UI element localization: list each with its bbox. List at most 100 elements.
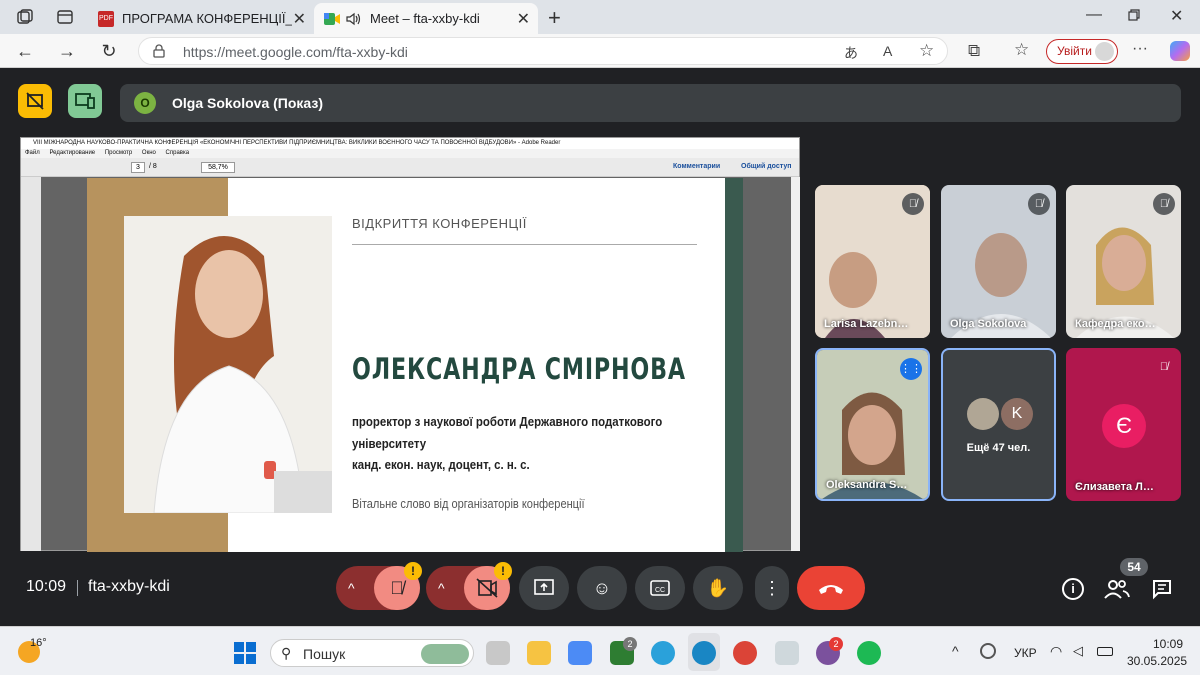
reader-menu-view: Просмотр xyxy=(104,150,133,156)
stop-presenting-button[interactable] xyxy=(18,84,52,118)
workspaces-icon[interactable] xyxy=(16,8,34,26)
reader-zoom: 58,7% xyxy=(201,162,235,173)
read-aloud-icon[interactable]: A xyxy=(883,43,892,59)
taskbar-date[interactable]: 30.05.2025 xyxy=(1127,654,1187,668)
slide-divider xyxy=(352,244,697,245)
slide-speaker-degree: канд. екон. наук, доцент, с. н. с. xyxy=(352,457,530,472)
more-options-button[interactable]: ⋮ xyxy=(755,566,789,610)
tab-pdf-title: ПРОГРАМА КОНФЕРЕНЦІЇ_Плена xyxy=(122,11,292,26)
camera-warning-badge: ! xyxy=(494,562,512,580)
participant-tile[interactable]: Є 🎙̸ Єлизавета Л… xyxy=(1066,348,1181,501)
forward-button[interactable]: → xyxy=(56,40,78,62)
people-icon[interactable] xyxy=(1104,578,1130,600)
search-highlight-image xyxy=(421,644,469,664)
url-text: https://meet.google.com/fta-xxby-kdi xyxy=(183,44,408,60)
reload-button[interactable]: ↻ xyxy=(98,40,120,62)
shared-screen: VIII МІЖНАРОДНА НАУКОВО-ПРАКТИЧНА КОНФЕР… xyxy=(20,137,800,552)
mic-off-icon: 🎙̸ xyxy=(1153,193,1175,215)
chrome-icon[interactable] xyxy=(733,641,757,665)
back-button[interactable]: ← xyxy=(14,40,36,62)
extensions-icon[interactable]: ⧉ xyxy=(968,41,980,61)
svg-text:CC: CC xyxy=(655,587,665,594)
tray-chevron-icon[interactable]: ^ xyxy=(952,643,959,659)
participant-tile[interactable]: 🎙̸ Larisa Lazebn… xyxy=(815,185,930,338)
search-placeholder: Пошук xyxy=(303,646,346,662)
participant-avatar: K xyxy=(1001,398,1033,430)
tab-pdf[interactable]: PDF ПРОГРАМА КОНФЕРЕНЦІЇ_Плена ✕ xyxy=(88,3,314,34)
vpn-icon[interactable] xyxy=(980,643,996,659)
meet-icon xyxy=(324,12,340,26)
presenter-label: Olga Sokolova (Показ) xyxy=(172,95,323,111)
task-view-icon[interactable] xyxy=(486,641,510,665)
taskbar-time[interactable]: 10:09 xyxy=(1153,637,1183,651)
speaking-indicator-icon: ⋮⋮ xyxy=(900,358,922,380)
taskbar-search[interactable]: ⚲ Пошук xyxy=(270,639,474,667)
participant-tile[interactable]: 🎙̸ Olga Sokolova xyxy=(941,185,1056,338)
file-explorer-icon[interactable] xyxy=(527,641,551,665)
meeting-info-icon[interactable]: i xyxy=(1062,578,1084,600)
meeting-time: 10:09 xyxy=(26,578,67,595)
wifi-icon[interactable]: ◠ xyxy=(1050,643,1062,660)
app-icon[interactable] xyxy=(775,641,799,665)
signin-button[interactable]: Увійти xyxy=(1046,39,1118,64)
presenter-bar[interactable]: O Olga Sokolova (Показ) xyxy=(120,84,1181,122)
mic-off-icon: 🎙̸ xyxy=(1028,193,1050,215)
more-menu-icon[interactable]: ··· xyxy=(1132,40,1148,58)
close-window-button[interactable]: ✕ xyxy=(1170,6,1183,26)
reader-window-title: VIII МІЖНАРОДНА НАУКОВО-ПРАКТИЧНА КОНФЕР… xyxy=(21,138,799,149)
favorite-star-icon[interactable]: ☆ xyxy=(919,41,934,61)
volume-icon[interactable]: ◁ xyxy=(1073,643,1083,659)
speaker-photo xyxy=(124,216,332,513)
camera-options-chevron-icon[interactable]: ^ xyxy=(438,580,445,596)
tab-meet-title: Meet – fta-xxby-kdi xyxy=(370,11,480,26)
spotify-icon[interactable] xyxy=(857,641,881,665)
new-tab-button[interactable]: + xyxy=(548,5,561,31)
battery-icon[interactable] xyxy=(1097,647,1113,656)
language-indicator[interactable]: УКР xyxy=(1014,646,1037,660)
reader-comments-label: Комментарии xyxy=(673,163,721,170)
more-participants-label: Ещё 47 чел. xyxy=(966,442,1031,454)
meet-area: O Olga Sokolova (Показ) VIII МІЖНАРОДНА … xyxy=(4,68,1196,626)
slide-green-edge xyxy=(725,178,743,552)
close-tab-icon[interactable]: ✕ xyxy=(293,9,306,29)
restore-button[interactable] xyxy=(1128,8,1140,21)
url-bar[interactable]: https://meet.google.com/fta-xxby-kdi あ A… xyxy=(138,37,948,65)
captions-button[interactable]: CC xyxy=(635,566,685,610)
search-icon: ⚲ xyxy=(281,645,292,661)
slide-heading: ВІДКРИТТЯ КОНФЕРЕНЦІЇ xyxy=(352,216,527,231)
telegram-icon[interactable] xyxy=(651,641,675,665)
pdf-icon: PDF xyxy=(98,10,114,27)
mic-options-chevron-icon[interactable]: ^ xyxy=(348,580,355,596)
site-info-icon[interactable] xyxy=(151,43,167,59)
tab-meet[interactable]: Meet – fta-xxby-kdi ✕ xyxy=(314,3,538,34)
copilot-icon[interactable] xyxy=(1170,41,1190,61)
slide-footer: Вітальне слово від організаторів конфере… xyxy=(352,496,585,511)
more-participants-tile[interactable]: K Ещё 47 чел. xyxy=(941,348,1056,501)
reader-page-box: 3 xyxy=(131,162,145,173)
active-app-indicator xyxy=(688,633,720,671)
slide-speaker-name: ОЛЕКСАНДРА СМІРНОВА xyxy=(352,352,686,386)
present-screen-button[interactable] xyxy=(519,566,569,610)
chat-icon[interactable] xyxy=(1151,578,1173,600)
start-icon[interactable] xyxy=(234,642,256,664)
favorites-icon[interactable]: ☆ xyxy=(1014,40,1029,60)
participant-tile[interactable]: 🎙̸ Кафедра еко… xyxy=(1066,185,1181,338)
minimize-button[interactable]: — xyxy=(1086,6,1102,24)
tab-actions-icon[interactable] xyxy=(56,8,74,26)
raise-hand-button[interactable]: ✋ xyxy=(693,566,743,610)
weather-temp: 16° xyxy=(30,637,47,649)
speaker-icon[interactable] xyxy=(346,12,362,26)
reader-menu-edit: Редактирование xyxy=(49,150,96,156)
close-tab-icon[interactable]: ✕ xyxy=(517,9,530,29)
translate-icon[interactable]: あ xyxy=(844,43,858,63)
participant-tile-speaking[interactable]: ⋮⋮ Oleksandra S… xyxy=(815,348,930,501)
leave-call-button[interactable] xyxy=(797,566,865,610)
divider xyxy=(77,580,78,596)
store-icon[interactable] xyxy=(568,641,592,665)
reader-page-total: / 8 xyxy=(149,163,157,170)
people-count-badge: 54 xyxy=(1120,558,1148,576)
slide-speaker-position-cont: університету xyxy=(352,436,427,451)
present-layout-button[interactable] xyxy=(68,84,102,118)
address-bar-row: ← → ↻ https://meet.google.com/fta-xxby-k… xyxy=(0,34,1200,68)
reactions-button[interactable]: ☺ xyxy=(577,566,627,610)
